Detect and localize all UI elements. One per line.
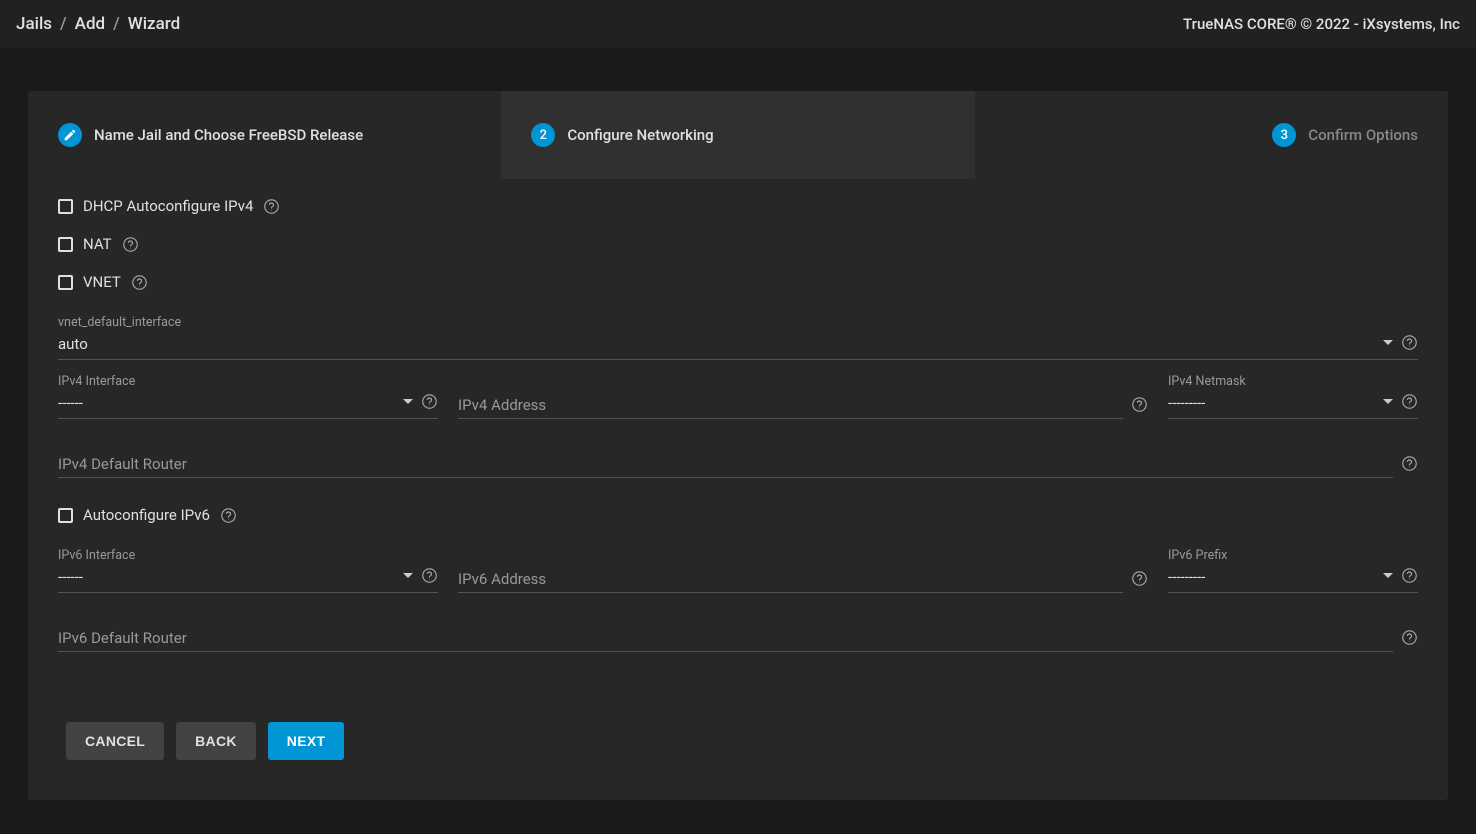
help-icon[interactable]: [220, 507, 237, 524]
crumb-jails[interactable]: Jails: [16, 14, 52, 34]
step-2[interactable]: 2 Configure Networking: [501, 91, 974, 179]
chevron-down-icon: [1383, 573, 1393, 578]
help-icon[interactable]: [122, 236, 139, 253]
autoconf-ipv6-label[interactable]: Autoconfigure IPv6: [83, 506, 210, 524]
ipv4-iface-label: IPv4 Interface: [58, 374, 438, 389]
cancel-button[interactable]: CANCEL: [66, 722, 164, 760]
version-text: TrueNAS CORE® © 2022 - iXsystems, Inc: [1183, 15, 1460, 33]
edit-icon: [58, 123, 82, 147]
ipv6-prefix-label: IPv6 Prefix: [1168, 548, 1418, 563]
wizard-card: Name Jail and Choose FreeBSD Release 2 C…: [28, 91, 1448, 800]
vnet-iface-select[interactable]: auto: [58, 330, 1393, 355]
button-row: CANCEL BACK NEXT: [58, 722, 1418, 760]
chevron-down-icon: [1383, 399, 1393, 404]
crumb-sep: /: [113, 14, 120, 34]
ipv6-iface-select[interactable]: ------: [58, 563, 413, 588]
help-icon[interactable]: [421, 393, 438, 410]
stepper: Name Jail and Choose FreeBSD Release 2 C…: [28, 91, 1448, 179]
help-icon[interactable]: [421, 567, 438, 584]
crumb-wizard: Wizard: [128, 14, 180, 34]
next-button[interactable]: NEXT: [268, 722, 345, 760]
vnet-checkbox[interactable]: [58, 275, 73, 290]
vnet-label[interactable]: VNET: [83, 273, 121, 291]
help-icon[interactable]: [1401, 393, 1418, 410]
ipv4-iface-select[interactable]: ------: [58, 389, 413, 414]
help-icon[interactable]: [1401, 629, 1418, 646]
chevron-down-icon: [403, 573, 413, 578]
help-icon[interactable]: [1401, 455, 1418, 472]
ipv6-router-input[interactable]: IPv6 Default Router: [58, 623, 1393, 652]
step-1[interactable]: Name Jail and Choose FreeBSD Release: [28, 91, 501, 179]
form-body: DHCP Autoconfigure IPv4 NAT VNET vnet_de…: [28, 179, 1448, 800]
chevron-down-icon: [1383, 340, 1393, 345]
ipv4-address-input[interactable]: IPv4 Address: [458, 390, 1123, 419]
step-3-label: Confirm Options: [1308, 126, 1418, 144]
step-2-label: Configure Networking: [567, 126, 713, 144]
crumb-sep: /: [60, 14, 67, 34]
help-icon[interactable]: [263, 198, 280, 215]
step-number-icon: 2: [531, 123, 555, 147]
crumb-add[interactable]: Add: [75, 14, 105, 34]
help-icon[interactable]: [1401, 567, 1418, 584]
ipv6-address-input[interactable]: IPv6 Address: [458, 564, 1123, 593]
help-icon[interactable]: [131, 274, 148, 291]
help-icon[interactable]: [1131, 570, 1148, 587]
step-3[interactable]: 3 Confirm Options: [975, 91, 1448, 179]
step-1-label: Name Jail and Choose FreeBSD Release: [94, 126, 363, 144]
breadcrumb: Jails / Add / Wizard: [16, 14, 180, 34]
dhcp-checkbox[interactable]: [58, 199, 73, 214]
ipv4-netmask-select[interactable]: ---------: [1168, 389, 1393, 414]
ipv4-router-input[interactable]: IPv4 Default Router: [58, 449, 1393, 478]
dhcp-label[interactable]: DHCP Autoconfigure IPv4: [83, 197, 253, 215]
help-icon[interactable]: [1131, 396, 1148, 413]
ipv6-iface-label: IPv6 Interface: [58, 548, 438, 563]
chevron-down-icon: [403, 399, 413, 404]
vnet-iface-label: vnet_default_interface: [58, 315, 1418, 330]
help-icon[interactable]: [1401, 334, 1418, 351]
autoconf-ipv6-checkbox[interactable]: [58, 508, 73, 523]
step-number-icon: 3: [1272, 123, 1296, 147]
ipv6-prefix-select[interactable]: ---------: [1168, 563, 1393, 588]
back-button[interactable]: BACK: [176, 722, 256, 760]
ipv4-netmask-label: IPv4 Netmask: [1168, 374, 1418, 389]
header-bar: Jails / Add / Wizard TrueNAS CORE® © 202…: [0, 0, 1476, 48]
nat-label[interactable]: NAT: [83, 235, 112, 253]
nat-checkbox[interactable]: [58, 237, 73, 252]
